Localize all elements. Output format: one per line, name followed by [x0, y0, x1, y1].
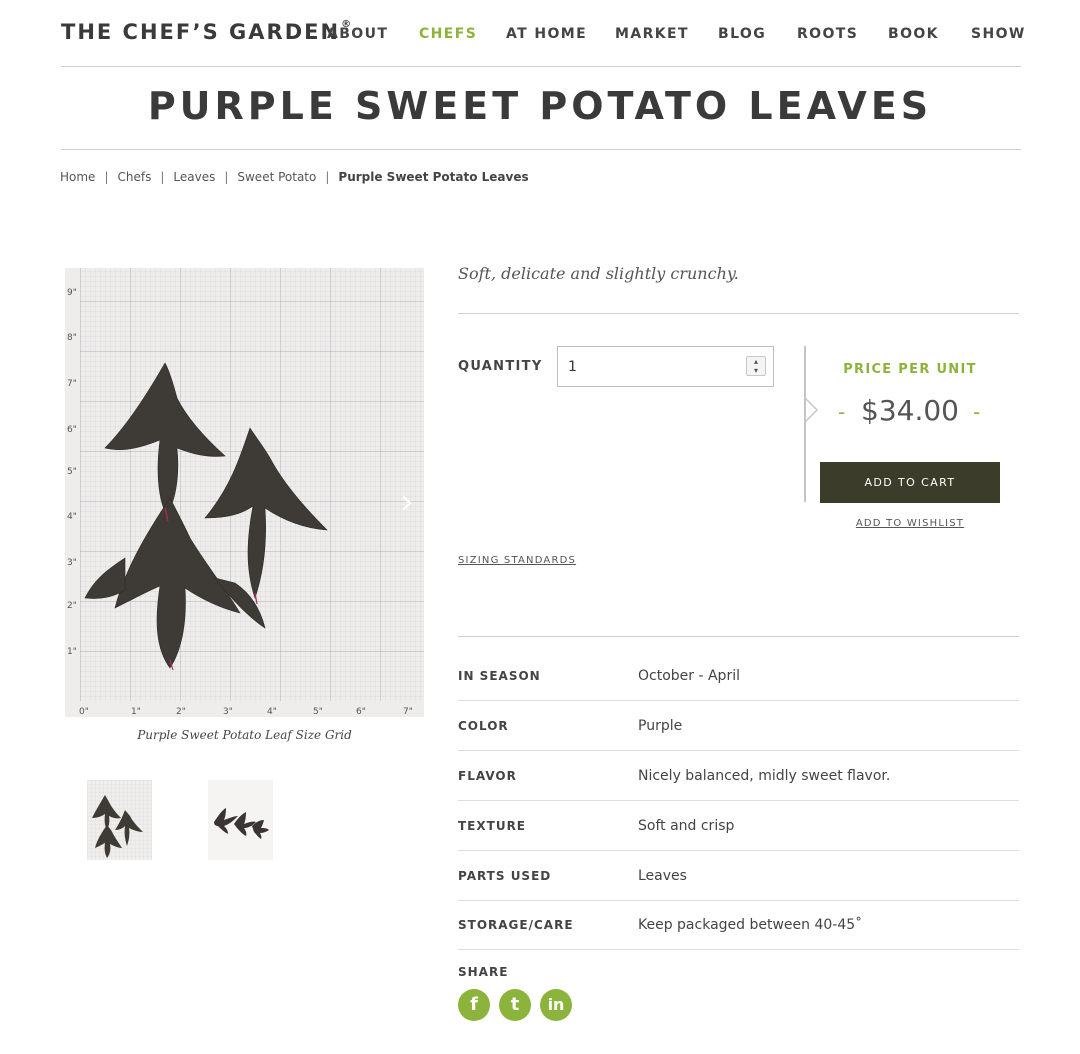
section-divider	[458, 636, 1019, 637]
nav-market[interactable]: MARKET	[615, 26, 689, 42]
spec-row-in-season: IN SEASON October - April	[458, 651, 1019, 701]
breadcrumb-sweet-potato[interactable]: Sweet Potato	[237, 170, 316, 184]
breadcrumb-separator: |	[224, 170, 229, 184]
product-tagline: Soft, delicate and slightly crunchy.	[458, 264, 739, 283]
spec-row-parts-used: PARTS USED Leaves	[458, 851, 1019, 901]
y-tick-label: 7"	[67, 379, 77, 389]
breadcrumb: Home | Chefs | Leaves | Sweet Potato | Purple Sw…	[60, 170, 529, 184]
spec-label: PARTS USED	[458, 869, 552, 883]
price-divider-notch-fill	[806, 400, 816, 420]
leaf-size-grid-image: 9" 8" 7" 6" 5" 4" 3" 2" 1" 0" 1" 2" 3" 4…	[65, 268, 424, 717]
leaf-grid-thumbnail	[87, 780, 152, 860]
quantity-stepper-icon[interactable]: ▴ ▾	[746, 356, 766, 376]
breadcrumb-current: Purple Sweet Potato Leaves	[338, 170, 529, 184]
leaf-thumbnail	[208, 780, 273, 860]
linkedin-glyph: in	[547, 995, 565, 1014]
spec-label: STORAGE/CARE	[458, 918, 574, 932]
breadcrumb-separator: |	[325, 170, 330, 184]
site-header: THE CHEF’S GARDEN® ABOUT CHEFS AT HOME M…	[61, 0, 1024, 67]
x-tick-label: 5"	[313, 707, 323, 717]
y-tick-label: 5"	[67, 467, 77, 477]
spec-label: FLAVOR	[458, 769, 517, 783]
breadcrumb-leaves[interactable]: Leaves	[173, 170, 215, 184]
nav-about[interactable]: ABOUT	[327, 26, 388, 42]
price-divider	[804, 346, 806, 502]
spec-value: Keep packaged between 40-45˚	[638, 917, 863, 933]
y-tick-label: 6"	[67, 425, 77, 435]
gallery-thumbnail-1[interactable]	[87, 780, 152, 860]
product-image[interactable]: 9" 8" 7" 6" 5" 4" 3" 2" 1" 0" 1" 2" 3" 4…	[65, 268, 424, 717]
x-tick-label: 4"	[267, 707, 277, 717]
spec-value: Soft and crisp	[638, 818, 735, 834]
price-dash-right: -	[973, 400, 981, 424]
section-divider	[458, 313, 1019, 314]
nav-roots[interactable]: ROOTS	[797, 26, 858, 42]
facebook-glyph: f	[470, 994, 478, 1015]
y-tick-label: 1"	[67, 647, 77, 657]
site-logo[interactable]: THE CHEF’S GARDEN®	[61, 19, 353, 44]
nav-blog[interactable]: BLOG	[718, 26, 766, 42]
spec-row-flavor: FLAVOR Nicely balanced, midly sweet flav…	[458, 751, 1019, 801]
spec-value: Leaves	[638, 868, 687, 884]
title-divider	[61, 149, 1021, 150]
add-to-cart-button[interactable]: ADD TO CART	[820, 462, 1000, 503]
linkedin-icon[interactable]: in	[540, 989, 572, 1021]
add-to-wishlist-link[interactable]: ADD TO WISHLIST	[820, 518, 1000, 529]
x-tick-label: 7"	[403, 707, 413, 717]
spec-value: Purple	[638, 718, 683, 734]
spec-row-storage-care: STORAGE/CARE Keep packaged between 40-45…	[458, 900, 1019, 950]
x-tick-label: 2"	[176, 707, 186, 717]
breadcrumb-separator: |	[104, 170, 109, 184]
spec-row-color: COLOR Purple	[458, 701, 1019, 751]
price-per-unit-label: PRICE PER UNIT	[843, 362, 977, 377]
x-tick-label: 6"	[356, 707, 366, 717]
twitter-icon[interactable]: t	[499, 989, 531, 1021]
y-tick-label: 2"	[67, 601, 77, 611]
nav-show[interactable]: SHOW	[971, 26, 1026, 42]
spec-label: IN SEASON	[458, 669, 541, 683]
nav-at-home[interactable]: AT HOME	[506, 26, 587, 42]
quantity-label: QUANTITY	[458, 359, 543, 374]
share-label: SHARE	[458, 965, 509, 979]
breadcrumb-separator: |	[160, 170, 165, 184]
nav-book[interactable]: BOOK	[888, 26, 939, 42]
y-tick-label: 9"	[67, 288, 77, 298]
x-tick-label: 1"	[131, 707, 141, 717]
sizing-standards-link[interactable]: SIZING STANDARDS	[458, 555, 576, 566]
spec-value: October - April	[638, 668, 740, 684]
quantity-input[interactable]	[557, 346, 774, 387]
gallery-thumbnail-2[interactable]	[208, 780, 273, 860]
breadcrumb-chefs[interactable]: Chefs	[117, 170, 151, 184]
breadcrumb-home[interactable]: Home	[60, 170, 95, 184]
spec-label: COLOR	[458, 719, 509, 733]
twitter-glyph: t	[510, 994, 520, 1015]
logo-text: THE CHEF’S GARDEN	[61, 20, 341, 44]
spec-value: Nicely balanced, midly sweet flavor.	[638, 768, 891, 784]
image-caption: Purple Sweet Potato Leaf Size Grid	[137, 728, 352, 742]
y-tick-label: 3"	[67, 558, 77, 568]
y-tick-label: 4"	[67, 512, 77, 522]
y-tick-label: 8"	[67, 333, 77, 343]
page-title: PURPLE SWEET POTATO LEAVES	[147, 84, 933, 128]
spec-row-texture: TEXTURE Soft and crisp	[458, 801, 1019, 851]
nav-chefs[interactable]: CHEFS	[419, 26, 477, 42]
facebook-icon[interactable]: f	[458, 989, 490, 1021]
x-tick-label: 0"	[79, 707, 89, 717]
x-tick-label: 3"	[223, 707, 233, 717]
gallery-next-arrow-icon[interactable]: ›	[394, 482, 420, 522]
spec-label: TEXTURE	[458, 819, 527, 833]
